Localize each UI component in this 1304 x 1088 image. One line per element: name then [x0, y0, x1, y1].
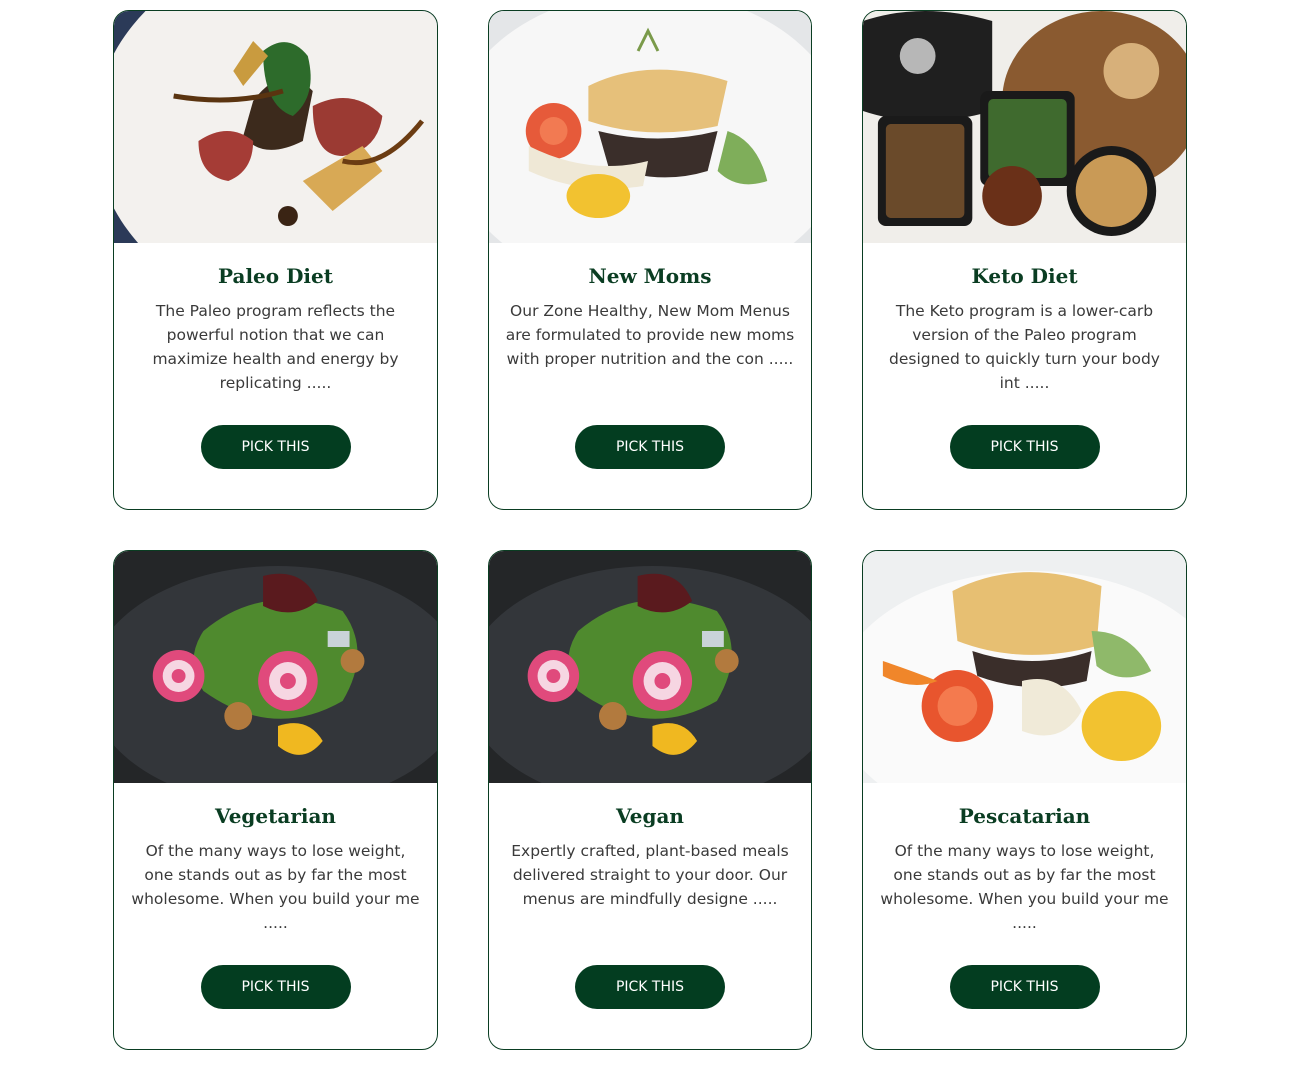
meal-plan-card-vegetarian: Vegetarian Of the many ways to lose weig… — [113, 550, 438, 1050]
card-description: Of the many ways to lose weight, one sta… — [131, 842, 420, 932]
card-title: Keto Diet — [971, 264, 1078, 288]
card-title: Vegan — [616, 804, 684, 828]
meal-plan-card-paleo: Paleo Diet The Paleo program reflects th… — [113, 10, 438, 510]
card-title: Paleo Diet — [218, 264, 333, 288]
vegetarian-salad-image — [114, 551, 437, 783]
vegan-salad-image — [489, 551, 811, 783]
meal-plan-card-keto: Keto Diet The Keto program is a lower-ca… — [862, 10, 1187, 510]
card-description: The Keto program is a lower-carb version… — [889, 302, 1160, 392]
card-title: New Moms — [588, 264, 712, 288]
card-title: Vegetarian — [215, 804, 336, 828]
new-moms-dish-image — [489, 11, 811, 243]
keto-meals-image — [863, 11, 1186, 243]
meal-plan-card-new-moms: New Moms Our Zone Healthy, New Mom Menus… — [488, 10, 812, 510]
pick-this-button[interactable]: PICK THIS — [949, 425, 1100, 469]
card-description: The Paleo program reflects the powerful … — [152, 302, 399, 392]
card-description: Our Zone Healthy, New Mom Menus are form… — [505, 302, 795, 368]
pick-this-button[interactable]: PICK THIS — [949, 965, 1100, 1009]
meal-plan-card-vegan: Vegan Expertly crafted, plant-based meal… — [488, 550, 812, 1050]
pick-this-button[interactable]: PICK THIS — [200, 965, 351, 1009]
pick-this-button[interactable]: PICK THIS — [575, 425, 725, 469]
paleo-dish-image — [114, 11, 437, 243]
meal-plan-grid: Paleo Diet The Paleo program reflects th… — [113, 10, 1187, 1050]
meal-plan-card-pescatarian: Pescatarian Of the many ways to lose wei… — [862, 550, 1187, 1050]
card-title: Pescatarian — [958, 804, 1091, 828]
pick-this-button[interactable]: PICK THIS — [200, 425, 351, 469]
card-description: Of the many ways to lose weight, one sta… — [880, 842, 1169, 932]
pescatarian-dish-image — [863, 551, 1186, 783]
pick-this-button[interactable]: PICK THIS — [575, 965, 725, 1009]
card-description: Expertly crafted, plant-based meals deli… — [511, 842, 789, 908]
